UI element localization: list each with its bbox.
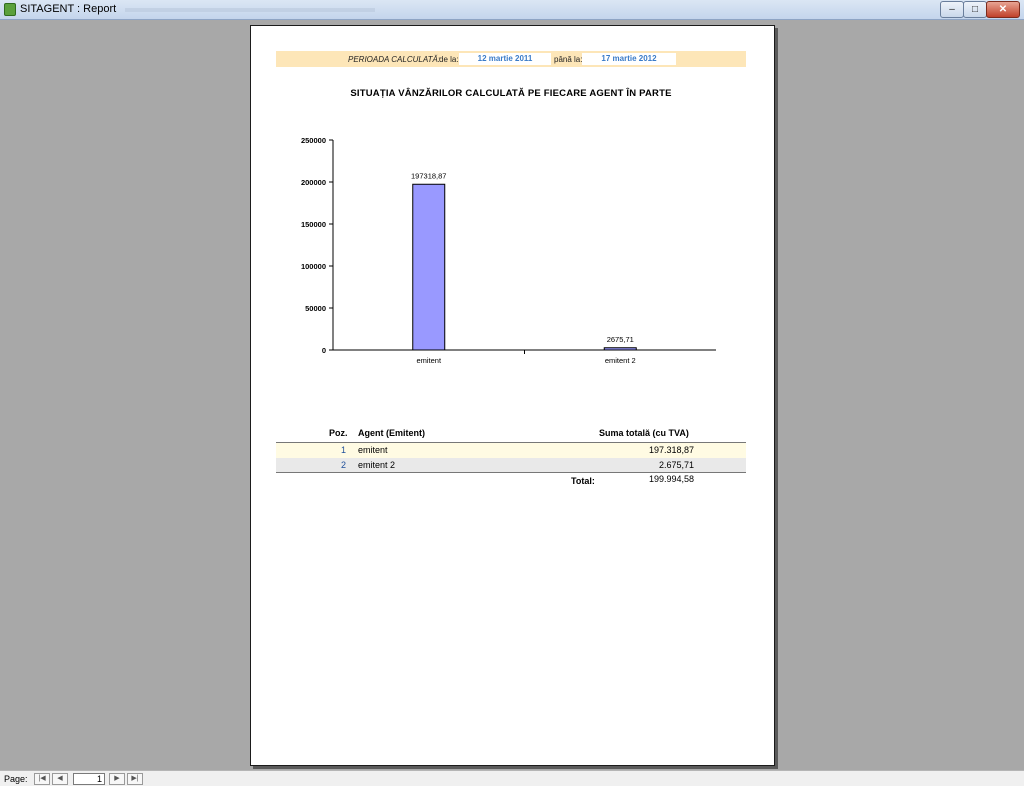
maximize-button[interactable]: □ [963,1,987,18]
table-header: Poz. Agent (Emitent) Suma totală (cu TVA… [276,426,746,443]
y-tick-label: 150000 [301,220,326,229]
first-page-button[interactable]: |◀ [34,773,50,785]
period-from-value: 12 martie 2011 [459,53,551,65]
row-sum: 2.675,71 [658,460,694,470]
header-agent: Agent (Emitent) [358,428,425,438]
y-tick-label: 50000 [305,304,326,313]
bar [603,347,637,351]
minimize-button[interactable]: – [940,1,964,18]
sales-table: Poz. Agent (Emitent) Suma totală (cu TVA… [276,426,746,488]
y-tick-label: 250000 [301,136,326,145]
x-tick-label: emitent 2 [605,356,636,365]
header-poz: Poz. [329,428,348,438]
y-tick-label: 0 [322,346,326,355]
table-row: 1 emitent 197.318,87 [276,443,746,458]
period-label: PERIOADA CALCULATĂ: [348,55,441,64]
close-button[interactable]: ✕ [986,1,1020,18]
bar [412,183,446,351]
app-icon [4,3,16,16]
period-to-value: 17 martie 2012 [582,53,676,65]
window-title-bar: SITAGENT : Report – □ ✕ [0,0,1024,20]
x-tick-label: emitent [416,356,442,365]
total-row: Total: 199.994,58 [276,473,746,488]
period-bar: PERIOADA CALCULATĂ: de la: 12 martie 201… [276,51,746,67]
page-label: Page: [4,774,28,784]
row-agent: emitent 2 [358,460,396,470]
period-from-label: de la: [439,55,459,64]
period-to-label: până la: [554,55,583,64]
header-sum: Suma totală (cu TVA) [599,428,689,438]
row-poz: 1 [340,445,346,455]
page-number-input[interactable] [73,773,105,785]
y-tick-label: 100000 [301,262,326,271]
row-sum: 197.318,87 [648,445,694,455]
sales-bar-chart: 0 50000 100000 150000 200000 250000 197318,87 e… [301,136,716,365]
report-title: SITUAȚIA VÂNZĂRILOR CALCULATĂ PE FIECARE… [350,88,672,99]
bar-data-label: 197318,87 [411,171,446,180]
total-value: 199.994,58 [648,474,694,484]
y-tick-label: 200000 [301,178,326,187]
row-agent: emitent [358,445,388,455]
prev-page-button[interactable]: ◀ [52,773,68,785]
row-poz: 2 [340,460,346,470]
last-page-button[interactable]: ▶| [127,773,143,785]
status-bar: Page: |◀ ◀ ▶ ▶| [0,770,1024,786]
next-page-button[interactable]: ▶ [109,773,125,785]
title-bar-blurred-area [125,8,375,12]
table-row: 2 emitent 2 2.675,71 [276,458,746,473]
bar-data-label: 2675,71 [607,335,634,344]
report-page: PERIOADA CALCULATĂ: de la: 12 martie 201… [250,25,775,766]
window-title: SITAGENT : Report [20,3,117,15]
